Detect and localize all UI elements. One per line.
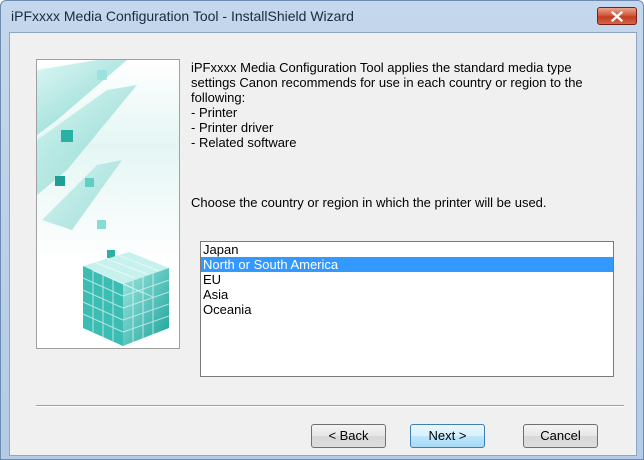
description-text: iPFxxxx Media Configuration Tool applies… bbox=[191, 60, 631, 150]
close-icon bbox=[611, 10, 623, 22]
wizard-body: iPFxxxx Media Configuration Tool applies… bbox=[9, 32, 637, 456]
title-bar[interactable]: iPFxxxx Media Configuration Tool - Insta… bbox=[1, 1, 643, 31]
back-button[interactable]: < Back bbox=[311, 424, 386, 448]
cancel-button[interactable]: Cancel bbox=[523, 424, 598, 448]
wizard-banner-image bbox=[36, 59, 180, 349]
region-listbox[interactable]: Japan North or South America EU Asia Oce… bbox=[200, 241, 614, 377]
description-line: settings Canon recommends for use in eac… bbox=[191, 75, 583, 90]
cube-graphic-icon bbox=[37, 60, 179, 348]
cube-stack bbox=[82, 252, 170, 346]
close-button[interactable] bbox=[597, 7, 637, 25]
list-item-oceania[interactable]: Oceania bbox=[201, 302, 613, 317]
description-line: iPFxxxx Media Configuration Tool applies… bbox=[191, 60, 572, 75]
description-line: - Printer bbox=[191, 105, 238, 120]
list-item-eu[interactable]: EU bbox=[201, 272, 613, 287]
button-separator bbox=[36, 405, 624, 407]
next-button[interactable]: Next > bbox=[410, 424, 485, 448]
installer-window: iPFxxxx Media Configuration Tool - Insta… bbox=[0, 0, 644, 460]
description-line: following: bbox=[191, 90, 246, 105]
list-item-north-or-south-america[interactable]: North or South America bbox=[201, 257, 613, 272]
description-line: - Printer driver bbox=[191, 120, 274, 135]
description-line: - Related software bbox=[191, 135, 297, 150]
list-item-japan[interactable]: Japan bbox=[201, 242, 613, 257]
region-prompt: Choose the country or region in which th… bbox=[191, 195, 547, 210]
window-title: iPFxxxx Media Configuration Tool - Insta… bbox=[11, 8, 354, 24]
list-item-asia[interactable]: Asia bbox=[201, 287, 613, 302]
